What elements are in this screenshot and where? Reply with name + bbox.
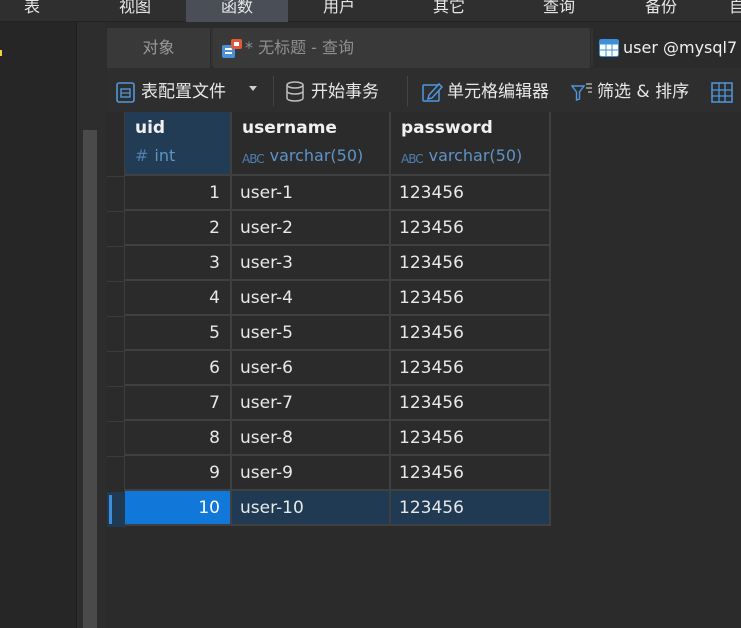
- row-divider: [107, 176, 125, 177]
- tab-table-label: user @mysql7: [623, 38, 738, 57]
- menu-item-backup[interactable]: 备份: [628, 0, 694, 22]
- text-type-icon: ABC: [401, 152, 424, 166]
- query-icon: [222, 39, 242, 58]
- row-divider: [107, 316, 125, 317]
- menu-item-other[interactable]: 其它: [416, 0, 482, 22]
- column-header-uid[interactable]: uid # int: [125, 112, 232, 176]
- cell-uid[interactable]: 4: [125, 281, 232, 316]
- column-name: username: [242, 118, 337, 138]
- cell-password[interactable]: 123456: [391, 456, 551, 491]
- text-type-icon: ABC: [242, 152, 265, 166]
- table-profile-label: 表配置文件: [141, 82, 226, 102]
- cell-editor-label: 单元格编辑器: [447, 82, 549, 102]
- cell-username[interactable]: user-5: [232, 316, 391, 351]
- grid-view-button[interactable]: [711, 68, 741, 112]
- row-divider: [107, 386, 125, 387]
- database-icon: [286, 81, 304, 102]
- column-type: ABC varchar(50): [242, 146, 364, 166]
- row-header-column: [107, 112, 125, 528]
- column-type-label: varchar(50): [428, 146, 523, 165]
- column-type-label: varchar(50): [269, 146, 364, 165]
- filter-sort-label: 筛选 & 排序: [597, 82, 690, 102]
- cell-username[interactable]: user-6: [232, 351, 391, 386]
- cell-password[interactable]: 123456: [391, 351, 551, 386]
- row-divider: [107, 281, 125, 282]
- column-type: # int: [135, 146, 175, 165]
- current-row-bar: [109, 495, 112, 524]
- tab-user-table[interactable]: user @mysql7: [593, 28, 741, 68]
- navigator-pane: [0, 22, 76, 628]
- cell-uid[interactable]: 5: [125, 316, 232, 351]
- menu-item-user[interactable]: 用户: [306, 0, 372, 22]
- cell-uid[interactable]: 3: [125, 246, 232, 281]
- scrollbar-thumb[interactable]: [83, 130, 97, 628]
- cell-username[interactable]: user-1: [232, 176, 391, 211]
- cell-password[interactable]: 123456: [391, 246, 551, 281]
- number-type-icon: #: [135, 146, 149, 165]
- cell-username[interactable]: user-10: [232, 491, 391, 526]
- tab-bar: 对象 * 无标题 - 查询 user @mysql7: [107, 28, 741, 68]
- edit-icon: [422, 82, 443, 102]
- cell-uid-selected[interactable]: 10: [125, 491, 232, 526]
- cell-username[interactable]: user-2: [232, 211, 391, 246]
- begin-transaction-button[interactable]: 开始事务: [285, 68, 405, 112]
- row-divider: [107, 421, 125, 422]
- cell-username[interactable]: user-7: [232, 386, 391, 421]
- toolbar: 表配置文件 开始事务 单元格编辑器 筛选 & 排序: [107, 68, 741, 112]
- column-name: uid: [135, 118, 166, 138]
- cell-password[interactable]: 123456: [391, 386, 551, 421]
- cell-password[interactable]: 123456: [391, 176, 551, 211]
- table-icon: [599, 39, 619, 57]
- cell-password[interactable]: 123456: [391, 421, 551, 456]
- column-name: password: [401, 118, 493, 138]
- cell-password[interactable]: 123456: [391, 316, 551, 351]
- cell-uid[interactable]: 2: [125, 211, 232, 246]
- menu-item-query[interactable]: 查询: [526, 0, 592, 22]
- cell-username[interactable]: user-8: [232, 421, 391, 456]
- menu-item-table[interactable]: 表: [12, 0, 52, 22]
- table-profile-button[interactable]: 表配置文件: [115, 68, 265, 112]
- column-type-label: int: [154, 146, 176, 165]
- data-grid: uid # int username ABC varchar(50) passwor…: [107, 112, 741, 628]
- cell-username[interactable]: user-4: [232, 281, 391, 316]
- cell-password[interactable]: 123456: [391, 491, 551, 526]
- column-header-password[interactable]: password ABC varchar(50): [391, 112, 551, 176]
- tab-query-label: * 无标题 - 查询: [245, 38, 355, 57]
- menu-item-function[interactable]: 函数: [186, 0, 288, 22]
- row-divider: [107, 456, 125, 457]
- row-divider: [107, 246, 125, 247]
- chevron-down-icon[interactable]: [249, 86, 257, 91]
- profile-icon: [116, 82, 135, 103]
- tab-untitled-query[interactable]: * 无标题 - 查询: [213, 28, 591, 68]
- cell-uid[interactable]: 1: [125, 176, 232, 211]
- cell-uid[interactable]: 8: [125, 421, 232, 456]
- cell-username[interactable]: user-3: [232, 246, 391, 281]
- tree-marker: [0, 50, 2, 56]
- menu-item-auto[interactable]: 自: [722, 0, 741, 22]
- cell-uid[interactable]: 7: [125, 386, 232, 421]
- cell-uid[interactable]: 9: [125, 456, 232, 491]
- current-row-indicator: [107, 492, 125, 527]
- filter-sort-button[interactable]: 筛选 & 排序: [571, 68, 707, 112]
- begin-transaction-label: 开始事务: [311, 82, 379, 102]
- menu-bar: 表 视图 函数 用户 其它 查询 备份 自: [0, 0, 741, 22]
- navigator-scrollbar[interactable]: [76, 22, 106, 628]
- cell-password[interactable]: 123456: [391, 281, 551, 316]
- cell-username[interactable]: user-9: [232, 456, 391, 491]
- grid-icon: [711, 82, 733, 103]
- filter-icon: [571, 83, 592, 101]
- menu-item-view[interactable]: 视图: [102, 0, 168, 22]
- cell-password[interactable]: 123456: [391, 211, 551, 246]
- row-divider: [107, 351, 125, 352]
- column-header-username[interactable]: username ABC varchar(50): [232, 112, 391, 176]
- row-divider: [107, 211, 125, 212]
- tab-objects[interactable]: 对象: [107, 28, 211, 68]
- toolbar-divider: [273, 76, 274, 106]
- cell-uid[interactable]: 6: [125, 351, 232, 386]
- navicat-window: 表 视图 函数 用户 其它 查询 备份 自 对象 * 无标题 - 查询 user…: [0, 0, 741, 628]
- cell-editor-button[interactable]: 单元格编辑器: [421, 68, 561, 112]
- column-type: ABC varchar(50): [401, 146, 523, 166]
- toolbar-divider: [407, 76, 408, 106]
